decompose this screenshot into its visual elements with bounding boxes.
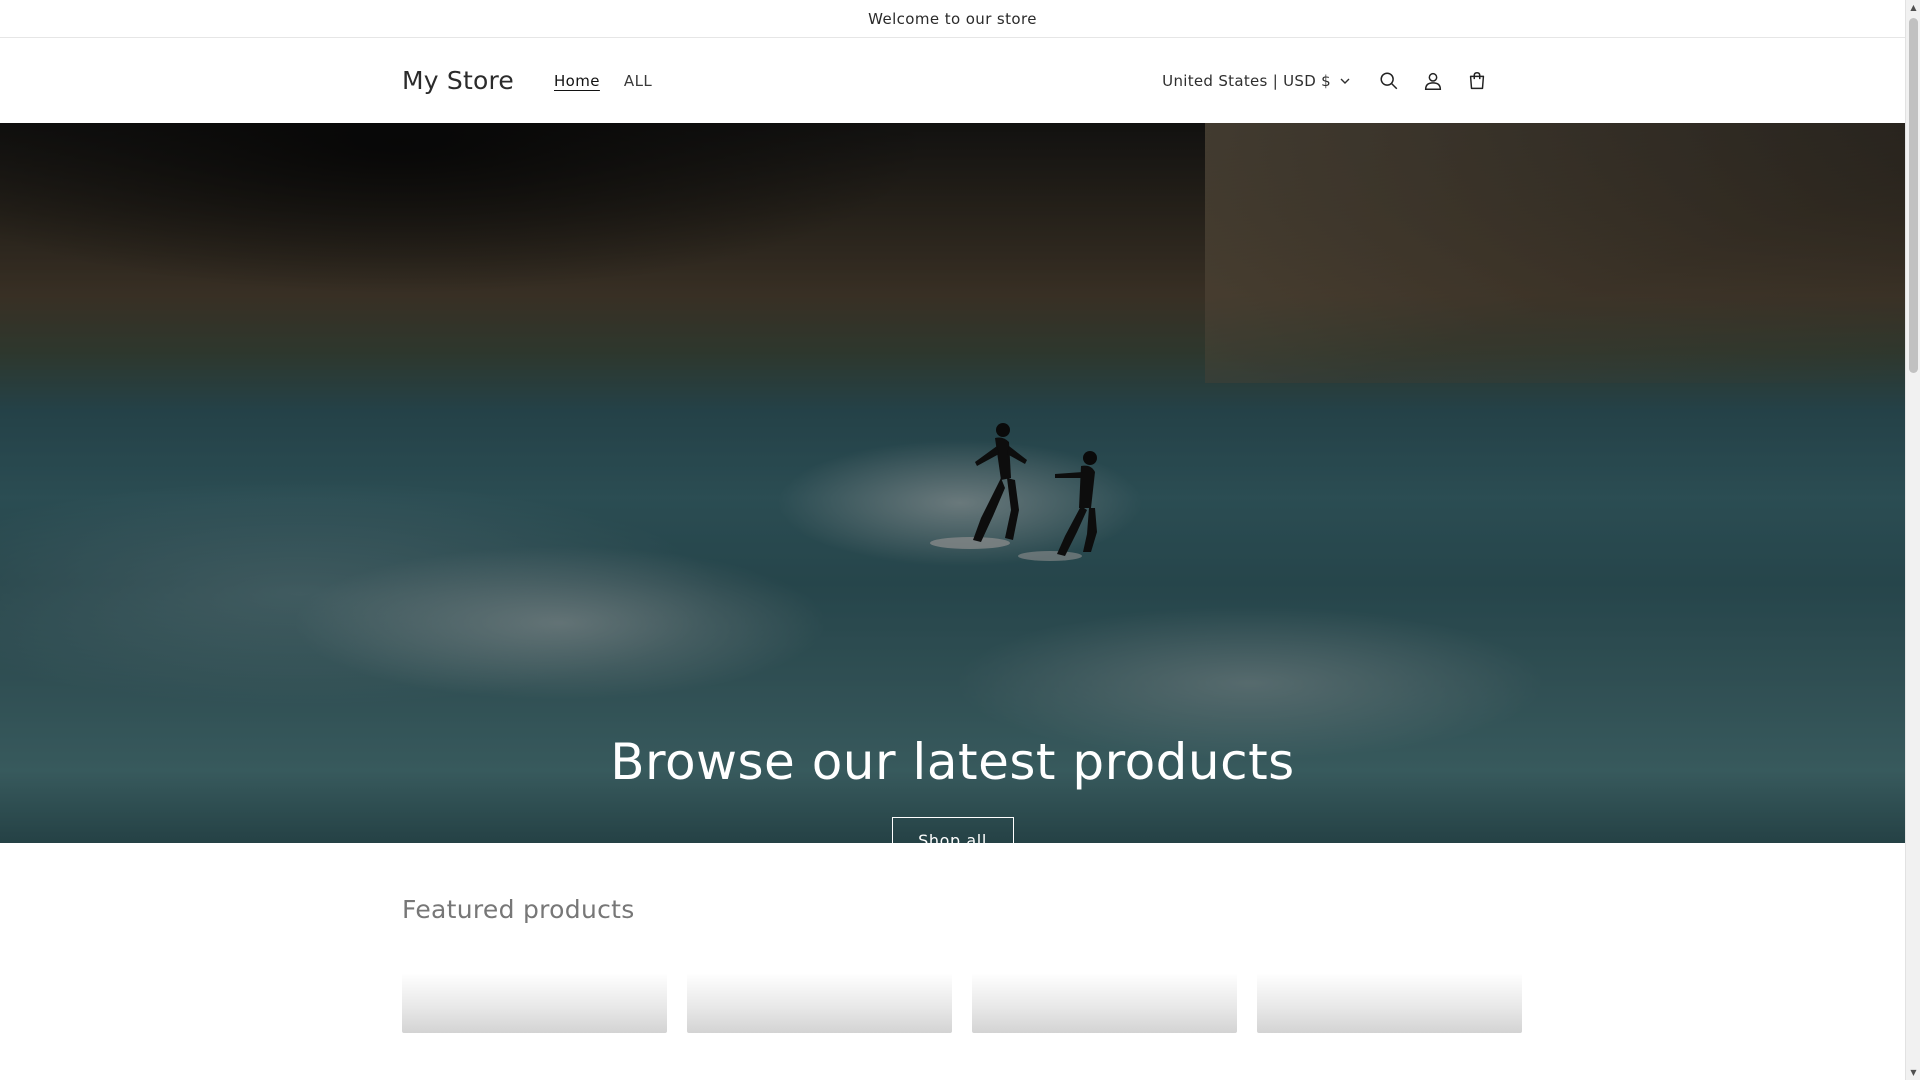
hero-banner: Browse our latest products Shop all xyxy=(0,123,1905,843)
scroll-thumb[interactable] xyxy=(1909,18,1918,373)
chevron-down-icon xyxy=(1340,78,1350,84)
shop-all-button[interactable]: Shop all xyxy=(891,817,1014,843)
vertical-scrollbar[interactable]: ▲ ▼ xyxy=(1905,0,1920,1080)
site-header: My Store Home ALL United States | USD $ xyxy=(0,38,1905,123)
product-card[interactable] xyxy=(1257,973,1522,1033)
featured-products-title: Featured products xyxy=(402,895,635,924)
header-actions: United States | USD $ xyxy=(1152,59,1499,103)
product-card[interactable] xyxy=(402,973,667,1033)
country-selector-label: United States | USD $ xyxy=(1162,71,1331,90)
scroll-down-arrow-icon[interactable]: ▼ xyxy=(1906,1065,1920,1080)
cart-button[interactable] xyxy=(1455,59,1499,103)
product-grid xyxy=(402,973,1522,1033)
announcement-text: Welcome to our store xyxy=(868,9,1037,28)
cart-icon xyxy=(1469,71,1485,89)
nav-item-home[interactable]: Home xyxy=(542,64,612,98)
product-card[interactable] xyxy=(972,973,1237,1033)
main-nav: Home ALL xyxy=(542,64,664,98)
nav-item-all[interactable]: ALL xyxy=(612,64,664,98)
announcement-bar: Welcome to our store xyxy=(0,0,1905,38)
page: Welcome to our store My Store Home ALL U… xyxy=(0,0,1905,1080)
hero-content: Browse our latest products Shop all xyxy=(0,733,1905,843)
country-selector[interactable]: United States | USD $ xyxy=(1152,64,1361,98)
search-button[interactable] xyxy=(1367,59,1411,103)
product-card[interactable] xyxy=(687,973,952,1033)
store-logo[interactable]: My Store xyxy=(402,66,514,95)
account-icon xyxy=(1424,72,1442,90)
featured-products-section: Featured products xyxy=(0,843,1905,1033)
hero-title: Browse our latest products xyxy=(610,733,1295,791)
account-button[interactable] xyxy=(1411,59,1455,103)
search-icon xyxy=(1380,71,1398,89)
scroll-up-arrow-icon[interactable]: ▲ xyxy=(1906,0,1920,15)
